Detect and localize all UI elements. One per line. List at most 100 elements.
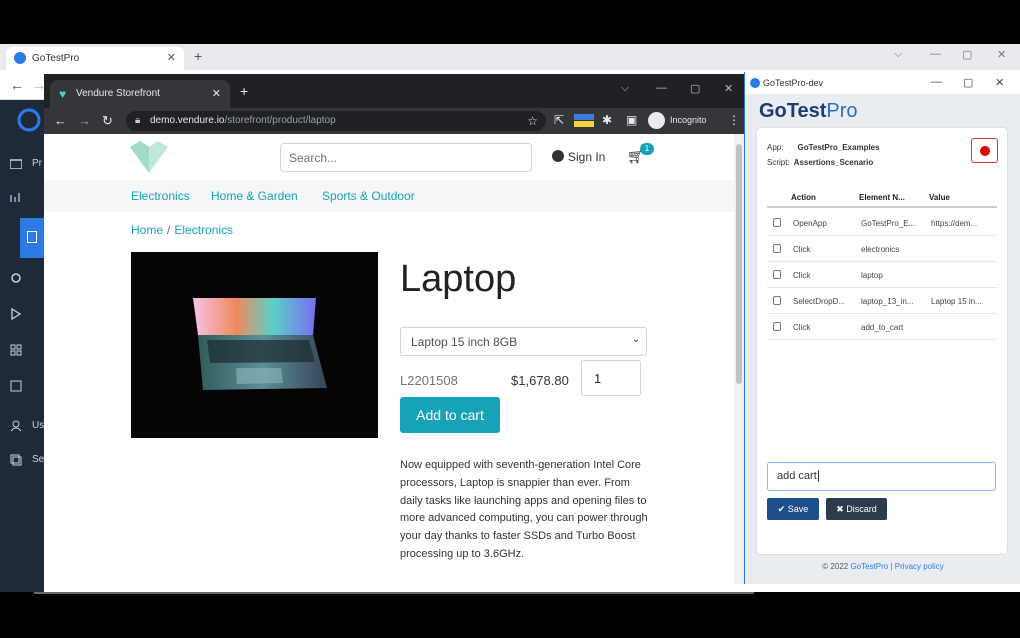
breadcrumb-separator: /: [167, 223, 171, 237]
maximize-icon[interactable]: ▢: [962, 48, 972, 61]
app-sidebar: Pr Us Se: [0, 100, 44, 592]
copy-icon: [10, 454, 22, 466]
minimize-icon[interactable]: —: [931, 76, 942, 88]
sidebar-item-label: Se: [32, 454, 45, 465]
minimize-icon[interactable]: —: [656, 82, 667, 94]
privacy-policy-link[interactable]: Privacy policy: [895, 562, 944, 571]
script-meta: Script: Assertions_Scenario: [767, 158, 873, 167]
table-row[interactable]: Click electronics: [767, 236, 997, 262]
sidebar-item-label: Pr: [32, 158, 42, 169]
record-dot-icon: [980, 146, 990, 156]
record-button[interactable]: [971, 138, 998, 163]
divider: [34, 592, 754, 594]
quantity-input[interactable]: 1: [581, 360, 641, 396]
back-arrow-icon[interactable]: ←: [54, 113, 67, 128]
text-cursor: [817, 470, 819, 482]
step-action: Click: [793, 271, 811, 280]
breadcrumb-electronics[interactable]: Electronics: [174, 223, 233, 237]
category-home-garden[interactable]: Home & Garden: [211, 189, 298, 203]
inner-tab-title: Vendure Storefront: [76, 88, 160, 99]
app-logo-icon: [17, 108, 41, 132]
search-input[interactable]: Search...: [280, 143, 532, 172]
reload-icon[interactable]: ↻: [102, 113, 113, 129]
category-sports-outdoor[interactable]: Sports & Outdoor: [322, 189, 415, 203]
delete-icon[interactable]: [773, 270, 781, 279]
tab-search-icon[interactable]: ⌵: [621, 82, 629, 95]
save-label: Save: [787, 504, 809, 514]
storefront-tab[interactable]: ♥ Vendure Storefront ✕: [50, 80, 230, 108]
incognito-avatar-icon[interactable]: [648, 112, 665, 129]
back-arrow-icon[interactable]: ←: [10, 77, 24, 93]
sidebar-item-tasks[interactable]: [10, 380, 34, 396]
scrollbar-thumb[interactable]: [736, 144, 742, 384]
delete-icon[interactable]: [773, 322, 781, 331]
gotestpro-footer: © 2022 GoTestPro | Privacy policy: [745, 562, 1020, 571]
flag-extension-icon[interactable]: [574, 114, 594, 127]
close-window-icon[interactable]: ✕: [724, 82, 733, 95]
bookmark-star-icon[interactable]: ☆: [527, 114, 538, 128]
url-bar[interactable]: 🔒︎ demo.vendure.io/storefront/product/la…: [126, 111, 546, 131]
side-panel-icon[interactable]: ▣: [626, 113, 637, 127]
table-row[interactable]: SelectDropD... laptop_13_in... Laptop 15…: [767, 288, 997, 314]
breadcrumb: Home / Electronics: [131, 223, 233, 237]
minimize-icon[interactable]: —: [930, 48, 941, 60]
sidebar-item-settings[interactable]: [10, 272, 34, 288]
sidebar-item-grid[interactable]: [10, 344, 34, 360]
add-to-cart-button[interactable]: Add to cart: [400, 397, 500, 433]
column-element-name: Element N...: [859, 193, 905, 202]
table-row[interactable]: Click laptop: [767, 262, 997, 288]
product-sku: L2201508: [400, 373, 458, 388]
check-icon: ✔: [777, 504, 788, 514]
breadcrumb-home[interactable]: Home: [131, 223, 163, 237]
tab-search-icon[interactable]: ⌵: [894, 48, 902, 61]
outer-tab-bar: GoTestPro ✕ + ⌵ — ▢ ✕: [0, 44, 1020, 70]
steps-table-header: Action Element N... Value: [767, 190, 997, 208]
table-row[interactable]: OpenApp GoTestPro_E... https://dem...: [767, 210, 997, 236]
script-value: Assertions_Scenario: [793, 158, 874, 167]
sign-in-link[interactable]: Sign In: [552, 150, 605, 164]
sidebar-item-projects[interactable]: Pr: [9, 158, 42, 174]
vendure-logo-icon[interactable]: [126, 139, 172, 175]
url-text: demo.vendure.io/storefront/product/lapto…: [150, 115, 336, 126]
footer-copyright: © 2022: [822, 562, 849, 571]
puzzle-extensions-icon[interactable]: ✱: [602, 113, 612, 127]
delete-icon[interactable]: [773, 296, 781, 305]
maximize-icon[interactable]: ▢: [963, 76, 973, 89]
forward-arrow-icon[interactable]: →: [78, 113, 91, 128]
new-tab-icon[interactable]: +: [194, 48, 202, 64]
quantity-value: 1: [594, 371, 602, 386]
grid-icon: [10, 344, 22, 356]
close-window-icon[interactable]: ✕: [995, 76, 1004, 89]
product-price: $1,678.80: [511, 373, 569, 388]
outer-tab[interactable]: GoTestPro ✕: [6, 47, 184, 70]
maximize-icon[interactable]: ▢: [690, 82, 700, 95]
discard-button[interactable]: ✖ Discard: [826, 498, 887, 520]
sidebar-item-sessions[interactable]: Se: [10, 454, 44, 470]
close-icon[interactable]: ✕: [167, 51, 176, 64]
variant-select[interactable]: Laptop 15 inch 8GB ⌄: [400, 327, 647, 356]
sign-in-label: Sign In: [568, 150, 606, 164]
close-icon[interactable]: ✕: [212, 87, 221, 100]
brand-go: GoTest: [759, 100, 827, 122]
step-name-input[interactable]: add cart: [767, 462, 996, 491]
brand-pro: Pro: [826, 100, 858, 122]
app-value: GoTestPro_Examples: [797, 143, 880, 152]
sidebar-item-users[interactable]: Us: [10, 420, 44, 436]
kebab-menu-icon[interactable]: ⋮: [728, 113, 740, 127]
table-row[interactable]: Click add_to_cart: [767, 314, 997, 340]
page-scrollbar[interactable]: [734, 134, 744, 584]
delete-icon[interactable]: [773, 244, 781, 253]
close-window-icon[interactable]: ✕: [997, 48, 1006, 61]
category-electronics[interactable]: Electronics: [131, 189, 190, 203]
gotestpro-brand: GoTestPro: [759, 100, 858, 123]
save-button[interactable]: ✔ Save: [767, 498, 819, 520]
footer-brand-link[interactable]: GoTestPro: [850, 562, 888, 571]
sidebar-item-scripts-active[interactable]: [20, 218, 44, 258]
sidebar-item-run[interactable]: [10, 307, 34, 324]
delete-icon[interactable]: [773, 218, 781, 227]
product-image: [131, 252, 378, 438]
url-host: demo.vendure.io: [150, 115, 225, 126]
new-tab-icon[interactable]: +: [240, 83, 248, 99]
cursor-extension-icon[interactable]: ⇱: [554, 113, 564, 127]
sidebar-item-reports[interactable]: [10, 192, 34, 208]
